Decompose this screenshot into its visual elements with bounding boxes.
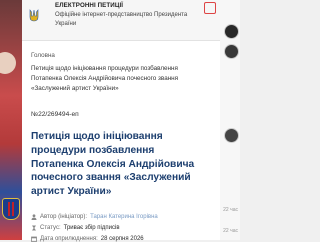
close-icon[interactable] (204, 2, 216, 14)
petition-number: №22/269494-еп (31, 111, 79, 118)
date-label: Дата оприлюднення: (40, 236, 98, 242)
background-sidebar: 22 час 22 час (220, 0, 240, 240)
hourglass-icon (32, 225, 36, 231)
timestamp: 22 час (223, 207, 238, 213)
avatar[interactable] (224, 24, 239, 39)
status-label: Статус: (40, 225, 61, 231)
trident-emblem-icon[interactable] (29, 9, 39, 22)
publication-date: 28 серпня 2026 (100, 236, 144, 242)
user-icon (31, 214, 37, 220)
org-name[interactable]: ЕЛЕКТРОННІ ПЕТИЦІЇ (55, 2, 123, 9)
author-label: Автор (ініціатор): (40, 214, 88, 220)
date-row: Дата оприлюднення: 28 серпня 2026 (31, 236, 144, 242)
avatar[interactable] (224, 128, 239, 143)
author-link[interactable]: Таран Катерина Ігорівна (90, 214, 158, 220)
breadcrumb: Головна (31, 52, 55, 59)
timestamp: 22 час (223, 228, 238, 234)
background-decoration (0, 52, 16, 74)
breadcrumb-home[interactable]: Головна (31, 52, 55, 59)
breadcrumb-current: Петиція щодо ініціювання процедури позба… (31, 65, 179, 92)
club-crest-icon (2, 198, 20, 220)
page-title: Петиція щодо ініціювання процедури позба… (31, 131, 195, 198)
author-row: Автор (ініціатор): Таран Катерина Ігорів… (31, 214, 158, 220)
site-header: ЕЛЕКТРОННІ ПЕТИЦІЇ Офіційне інтернет-пре… (22, 0, 220, 41)
avatar[interactable] (224, 44, 239, 59)
status-row: Статус: Триває збір підписів (31, 225, 120, 231)
org-description: Офіційне інтернет-представництво Президе… (55, 12, 188, 27)
calendar-icon (31, 236, 37, 242)
petition-modal: ЕЛЕКТРОННІ ПЕТИЦІЇ Офіційне інтернет-пре… (22, 0, 220, 242)
status-badge: Триває збір підписів (63, 225, 120, 231)
background-image (0, 0, 22, 240)
